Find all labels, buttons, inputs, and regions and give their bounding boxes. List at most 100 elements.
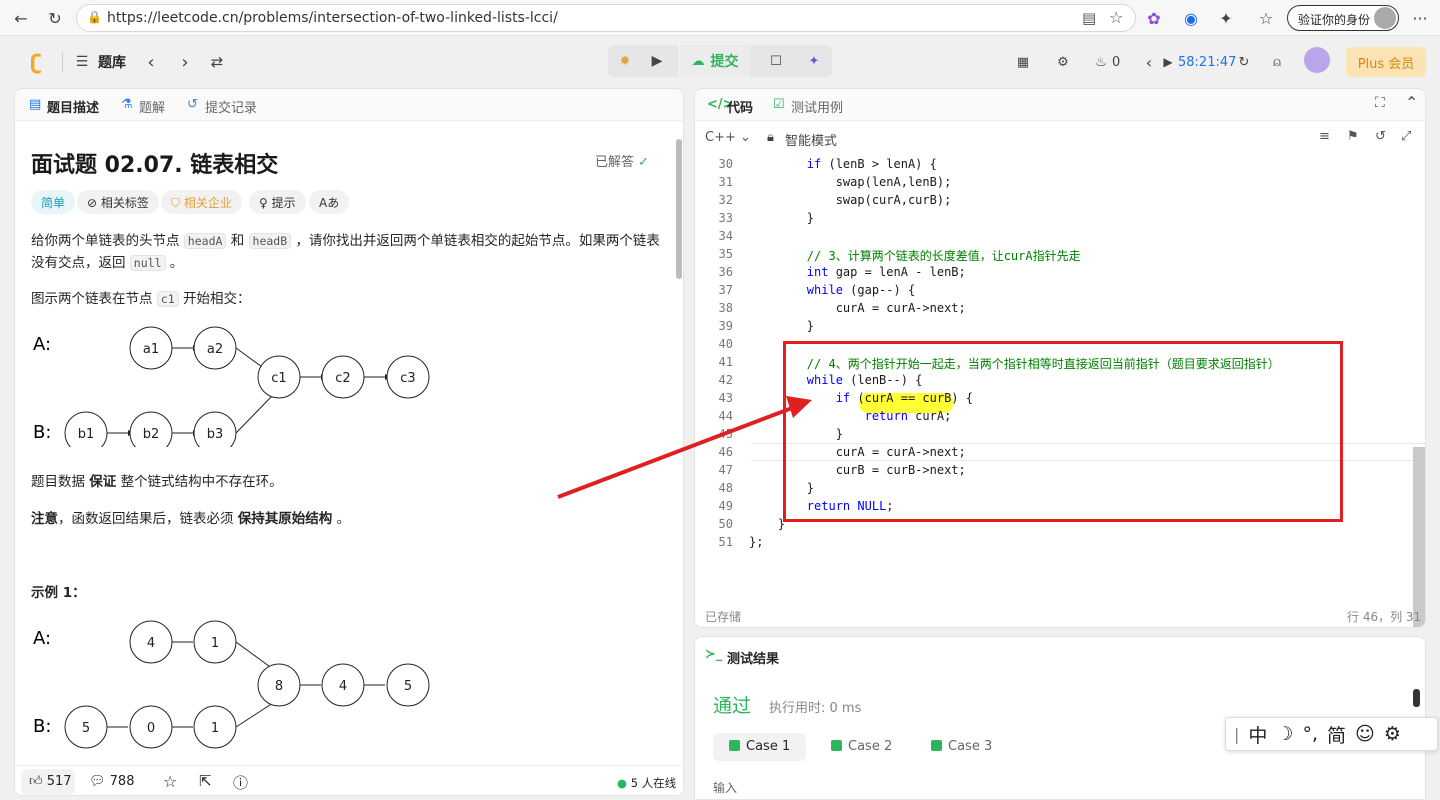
case-tab-3[interactable]: Case 3 [915, 733, 1008, 761]
tab-solutions[interactable]: 题解 [139, 97, 165, 116]
node-1b: 1 [211, 721, 219, 736]
browser-menu-icon[interactable]: ··· [1409, 7, 1431, 29]
submit-button[interactable]: ☁ 提交 [678, 45, 750, 77]
reader-icon[interactable]: ▤ [1082, 9, 1096, 27]
online-count: ● 5 人在线 [617, 776, 677, 790]
code-line: } [749, 319, 815, 333]
editor-status-bar: 已存储 行 46，列 31 [695, 601, 1425, 627]
code-line: }; [749, 535, 764, 549]
line-number: 48 [718, 481, 733, 495]
like-button[interactable]: 👍︎ 517 [21, 769, 75, 795]
node-4b: 4 [339, 679, 347, 694]
history-icon: ↺ [187, 97, 198, 112]
moon-icon[interactable]: ☽ [1276, 723, 1293, 745]
related-tags-chip[interactable]: ⊘ 相关标签 [77, 190, 159, 214]
ime-simplified-toggle[interactable]: 简 [1327, 721, 1346, 748]
format-icon[interactable]: ≡ [1319, 129, 1330, 144]
annotation-red-box [783, 341, 1343, 522]
editor-scrollbar[interactable] [1413, 447, 1425, 627]
profile-button[interactable]: 验证你的身份 [1287, 5, 1399, 31]
next-problem-icon[interactable]: › [176, 51, 194, 73]
help-icon[interactable]: ⓘ [233, 772, 248, 793]
punctuation-icon[interactable]: °, [1302, 723, 1318, 745]
lock-icon: ⛉ [171, 196, 184, 210]
difficulty-badge[interactable]: 简单 [31, 190, 76, 214]
expand-icon[interactable]: ⤢ [1401, 129, 1411, 144]
check-icon [831, 740, 842, 751]
debug-icon[interactable]: ✸ [614, 51, 636, 71]
line-number: 40 [718, 337, 733, 351]
note-icon[interactable]: ☐ [764, 51, 788, 71]
extension-icon[interactable]: ✿ [1143, 7, 1165, 29]
code-line: int gap = lenA - lenB; [806, 265, 966, 279]
code-line: swap(curA,curB); [749, 193, 952, 207]
line-number: 31 [718, 175, 733, 189]
related-companies-chip[interactable]: ⛉ 相关企业 [161, 190, 242, 214]
line-number: 35 [718, 247, 733, 261]
code-line: // 3、计算两个链表的长度差值，让curA指针先走 [749, 249, 1081, 263]
settings-gear-icon[interactable]: ⚙ [1052, 51, 1074, 73]
node-8: 8 [275, 679, 283, 694]
thumb-up-icon: 👍︎ [29, 774, 43, 789]
ai-sparkle-icon[interactable]: ✦ [802, 51, 826, 71]
tab-submissions[interactable]: 提交记录 [205, 97, 257, 116]
line-number: 41 [718, 355, 733, 369]
ime-handle-icon[interactable]: | [1234, 725, 1239, 744]
star-icon[interactable]: ☆ [163, 772, 177, 791]
fire-icon[interactable]: ♨ [1090, 51, 1112, 73]
ime-chinese-toggle[interactable]: 中 [1248, 721, 1267, 748]
hint-chip[interactable]: ♀ 提示 [249, 190, 306, 214]
layout-grid-icon[interactable]: ▦ [1012, 51, 1034, 73]
shuffle-icon[interactable]: ⇄ [206, 51, 228, 73]
favorites-icon[interactable]: ☆ [1255, 7, 1277, 29]
comments-button[interactable]: 💬︎ 788 [89, 774, 134, 789]
timer-collapse-icon[interactable]: ‹ [1142, 51, 1156, 73]
reload-icon[interactable]: ↻ [44, 7, 66, 29]
favorite-star-icon[interactable]: ☆ [1109, 8, 1123, 27]
share-icon[interactable]: ⇱ [199, 772, 212, 790]
row-b-label: B: [33, 716, 51, 737]
emoji-icon[interactable]: ☺ [1355, 723, 1375, 745]
reset-icon[interactable]: ↺ [1375, 129, 1386, 144]
row-a-label: A: [33, 628, 51, 649]
plus-member-button[interactable]: Plus 会员 [1346, 47, 1426, 77]
case-tab-1[interactable]: Case 1 [713, 733, 807, 761]
line-number: 51 [718, 535, 733, 549]
smart-mode[interactable]: 智能模式 [785, 130, 837, 149]
ime-toolbar: | 中 ☽ °, 简 ☺ ⚙ [1225, 717, 1438, 751]
fullscreen-icon[interactable]: ⛶ [1375, 95, 1385, 111]
editor-subbar: C++ ⌄ 🔒︎ 智能模式 ≡ ⚑ ↺ ⤢ [695, 125, 1425, 151]
node-c2: c2 [335, 371, 350, 386]
user-avatar[interactable] [1304, 47, 1330, 73]
problem-footer: 👍︎ 517 💬︎ 788 ☆ ⇱ ⓘ ● 5 人在线 [15, 765, 683, 795]
case-tab-2[interactable]: Case 2 [815, 733, 908, 761]
run-icon[interactable]: ▶ [646, 51, 668, 71]
back-icon[interactable]: ← [10, 7, 32, 29]
address-bar[interactable]: 🔒 https://leetcode.cn/problems/intersect… [76, 4, 1136, 32]
line-number: 49 [718, 499, 733, 513]
extension-blue-icon[interactable]: ◉ [1180, 7, 1202, 29]
language-select[interactable]: C++ ⌄ [705, 130, 751, 145]
tab-code[interactable]: 代码 [727, 97, 753, 116]
node-0: 0 [147, 721, 155, 736]
timer-reset-icon[interactable]: ↻ [1234, 51, 1254, 73]
tag-icon: ⊘ [87, 196, 101, 210]
tab-description[interactable]: 题目描述 [47, 97, 99, 116]
prev-problem-icon[interactable]: ‹ [142, 51, 160, 73]
translate-chip[interactable]: Aあ [309, 190, 350, 214]
bookmark-icon[interactable]: ⚑ [1347, 129, 1359, 144]
linked-list-diagram-2: A: B: 4 1 8 4 5 5 0 1 [33, 620, 430, 749]
ime-settings-icon[interactable]: ⚙ [1384, 723, 1401, 745]
extensions-puzzle-icon[interactable]: ✦ [1215, 7, 1237, 29]
add-friend-icon[interactable]: ⍝ [1266, 51, 1288, 73]
result-title[interactable]: 测试结果 [727, 648, 779, 667]
result-scrollbar[interactable] [1413, 689, 1420, 707]
tab-testcases[interactable]: 测试用例 [791, 97, 843, 116]
collapse-icon[interactable]: ⌃ [1405, 93, 1418, 112]
leetcode-logo-icon[interactable]: ʗ [24, 50, 48, 74]
problem-bank-link[interactable]: 题库 [98, 52, 126, 72]
line-number: 43 [718, 391, 733, 405]
list-icon[interactable]: ☰ [72, 52, 92, 72]
timer-play-icon[interactable]: ▶ [1160, 51, 1176, 73]
description-scrollbar[interactable] [676, 139, 682, 279]
